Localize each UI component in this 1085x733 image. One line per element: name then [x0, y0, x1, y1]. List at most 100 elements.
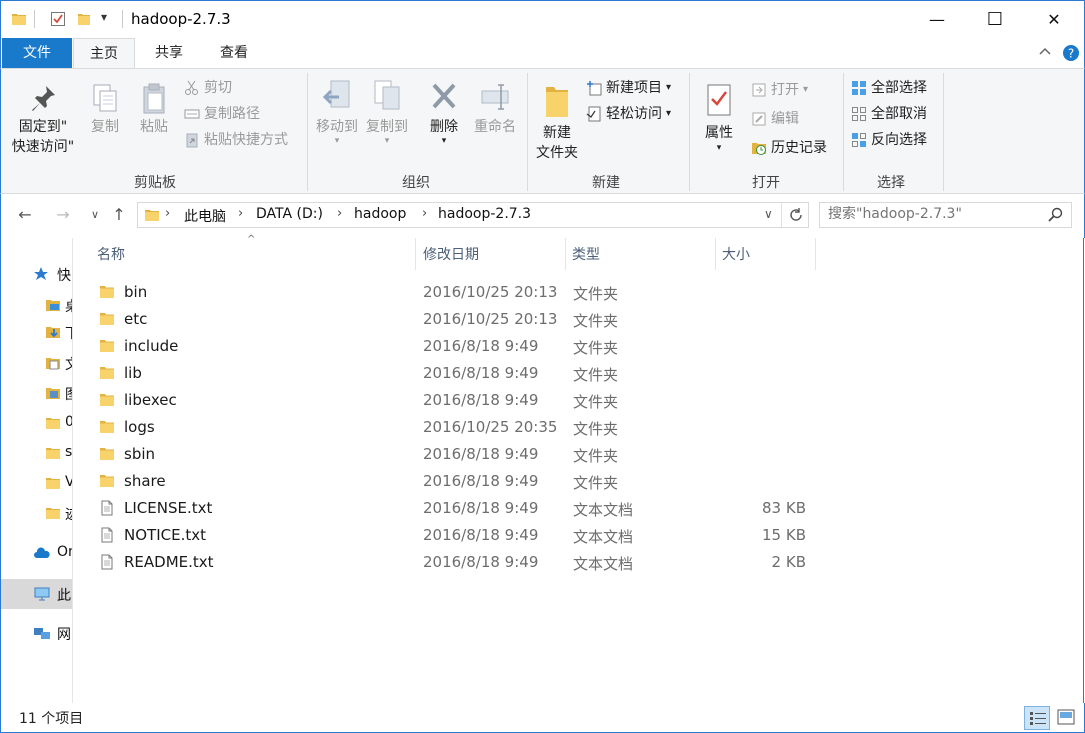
folder-icon: [45, 445, 61, 465]
rename-button[interactable]: 重命名: [469, 79, 521, 137]
file-date: 2016/8/18 9:49: [423, 445, 539, 463]
file-date: 2016/8/18 9:49: [423, 472, 539, 490]
forward-button[interactable]: →: [52, 204, 74, 226]
open-icon: [751, 82, 767, 98]
collapse-ribbon-icon[interactable]: [1038, 44, 1052, 62]
tab-view[interactable]: 查看: [203, 38, 265, 68]
column-divider[interactable]: [415, 238, 416, 270]
nav-item-downloads[interactable]: 下: [1, 319, 72, 345]
invert-selection-button[interactable]: 反向选择: [851, 128, 927, 152]
maximize-button[interactable]: ☐: [972, 1, 1018, 37]
maximize-icon: ☐: [986, 8, 1004, 30]
paste-button[interactable]: 粘贴: [132, 83, 176, 137]
nav-item-quick-access[interactable]: 快: [1, 262, 72, 288]
file-row[interactable]: include 2016/8/18 9:49 文件夹: [93, 333, 813, 360]
refresh-icon[interactable]: [787, 206, 805, 228]
minimize-button[interactable]: —: [914, 1, 960, 37]
properties-button[interactable]: 属性 ▾: [696, 79, 742, 153]
nav-item-network[interactable]: 网: [1, 620, 72, 646]
scissors-icon: [184, 80, 200, 96]
file-row[interactable]: share 2016/8/18 9:49 文件夹: [93, 468, 813, 495]
column-header-type[interactable]: 类型: [572, 242, 712, 272]
file-row[interactable]: README.txt 2016/8/18 9:49 文本文档 2 KB: [93, 549, 813, 576]
file-type: 文件夹: [573, 393, 619, 411]
column-divider[interactable]: [715, 238, 716, 270]
file-row[interactable]: sbin 2016/8/18 9:49 文件夹: [93, 441, 813, 468]
select-none-button[interactable]: 全部取消: [851, 102, 927, 126]
pin-to-quick-access-button[interactable]: 固定到" 快速访问": [7, 83, 79, 157]
breadcrumb-chevron-icon[interactable]: ›: [337, 206, 342, 221]
large-icons-view-icon: [1057, 709, 1075, 729]
file-row[interactable]: LICENSE.txt 2016/8/18 9:49 文本文档 83 KB: [93, 495, 813, 522]
text-file-icon: [99, 527, 115, 543]
group-separator: [307, 73, 308, 191]
search-input[interactable]: [828, 206, 1038, 222]
tab-file[interactable]: 文件: [2, 38, 72, 68]
new-folder-quick-icon[interactable]: [76, 11, 92, 31]
file-type: 文件夹: [573, 420, 619, 438]
easy-access-button[interactable]: 轻松访问 ▾: [586, 102, 671, 126]
file-row[interactable]: etc 2016/10/25 20:13 文件夹: [93, 306, 813, 333]
nav-item-documents[interactable]: 文: [1, 350, 72, 376]
properties-label: 属性: [705, 125, 733, 141]
help-icon[interactable]: ?: [1062, 44, 1080, 66]
edit-button[interactable]: 编辑: [751, 107, 799, 131]
folder-icon: [45, 415, 61, 435]
delete-button[interactable]: 删除 ▾: [422, 79, 466, 146]
nav-item-pictures[interactable]: 图: [1, 380, 72, 406]
copy-path-button[interactable]: 复制路径: [184, 102, 260, 126]
properties-quick-icon[interactable]: [50, 11, 66, 31]
column-header-name[interactable]: 名称: [97, 242, 415, 272]
file-row[interactable]: NOTICE.txt 2016/8/18 9:49 文本文档 15 KB: [93, 522, 813, 549]
tab-share[interactable]: 共享: [138, 38, 200, 68]
nav-item-folder[interactable]: V: [1, 470, 72, 496]
column-divider[interactable]: [815, 238, 816, 270]
breadcrumb-hadoop[interactable]: hadoop: [354, 206, 406, 222]
address-dropdown-icon[interactable]: ∨: [764, 207, 773, 221]
nav-item-onedrive[interactable]: On: [1, 540, 72, 566]
new-item-button[interactable]: 新建项目 ▾: [586, 76, 671, 100]
group-separator: [843, 73, 844, 191]
breadcrumb-chevron-icon[interactable]: ›: [165, 206, 170, 221]
history-button[interactable]: 历史记录: [751, 136, 827, 160]
search-box[interactable]: [819, 202, 1072, 228]
quick-access-dropdown-icon[interactable]: ▾: [101, 10, 107, 24]
paste-label: 粘贴: [140, 119, 168, 135]
tab-home[interactable]: 主页: [73, 38, 135, 69]
column-divider[interactable]: [565, 238, 566, 270]
breadcrumb-chevron-icon[interactable]: ›: [422, 206, 427, 221]
move-to-button[interactable]: 移动到 ▾: [312, 79, 362, 146]
nav-item-folder[interactable]: s: [1, 440, 72, 466]
large-icons-view-button[interactable]: [1053, 706, 1079, 730]
copy-to-button[interactable]: 复制到 ▾: [362, 79, 412, 146]
cut-button[interactable]: 剪切: [184, 76, 232, 100]
breadcrumb-chevron-icon[interactable]: ›: [238, 206, 243, 221]
select-all-button[interactable]: 全部选择: [851, 76, 927, 100]
breadcrumb-data-drive[interactable]: DATA (D:): [256, 206, 323, 222]
file-row[interactable]: logs 2016/10/25 20:35 文件夹: [93, 414, 813, 441]
close-button[interactable]: ✕: [1031, 1, 1077, 37]
cloud-icon: [33, 545, 51, 565]
breadcrumb-this-pc[interactable]: 此电脑: [184, 206, 226, 226]
nav-item-folder[interactable]: 迹: [1, 500, 72, 526]
up-button[interactable]: ↑: [108, 204, 130, 226]
file-row[interactable]: bin 2016/10/25 20:13 文件夹: [93, 279, 813, 306]
file-row[interactable]: lib 2016/8/18 9:49 文件夹: [93, 360, 813, 387]
back-button[interactable]: ←: [14, 204, 36, 226]
nav-item-desktop[interactable]: 桌: [1, 292, 72, 318]
breadcrumb-hadoop-273[interactable]: hadoop-2.7.3: [438, 206, 531, 222]
address-bar[interactable]: › 此电脑 › DATA (D:) › hadoop › hadoop-2.7.…: [137, 202, 809, 228]
column-header-size[interactable]: 大小: [722, 242, 812, 272]
new-folder-button[interactable]: 新建 文件夹: [532, 79, 582, 163]
details-view-button[interactable]: [1024, 706, 1050, 730]
copy-button[interactable]: 复制: [83, 83, 127, 137]
nav-item-folder[interactable]: 0: [1, 410, 72, 436]
paste-shortcut-button[interactable]: 粘贴快捷方式: [184, 128, 288, 152]
recent-locations-button[interactable]: ∨: [84, 204, 106, 226]
open-button[interactable]: 打开 ▾: [751, 78, 808, 102]
search-icon[interactable]: [1047, 207, 1063, 227]
invert-selection-icon: [851, 132, 867, 148]
nav-item-this-pc[interactable]: 此: [1, 579, 72, 609]
column-header-date[interactable]: 修改日期: [423, 242, 563, 272]
file-row[interactable]: libexec 2016/8/18 9:49 文件夹: [93, 387, 813, 414]
